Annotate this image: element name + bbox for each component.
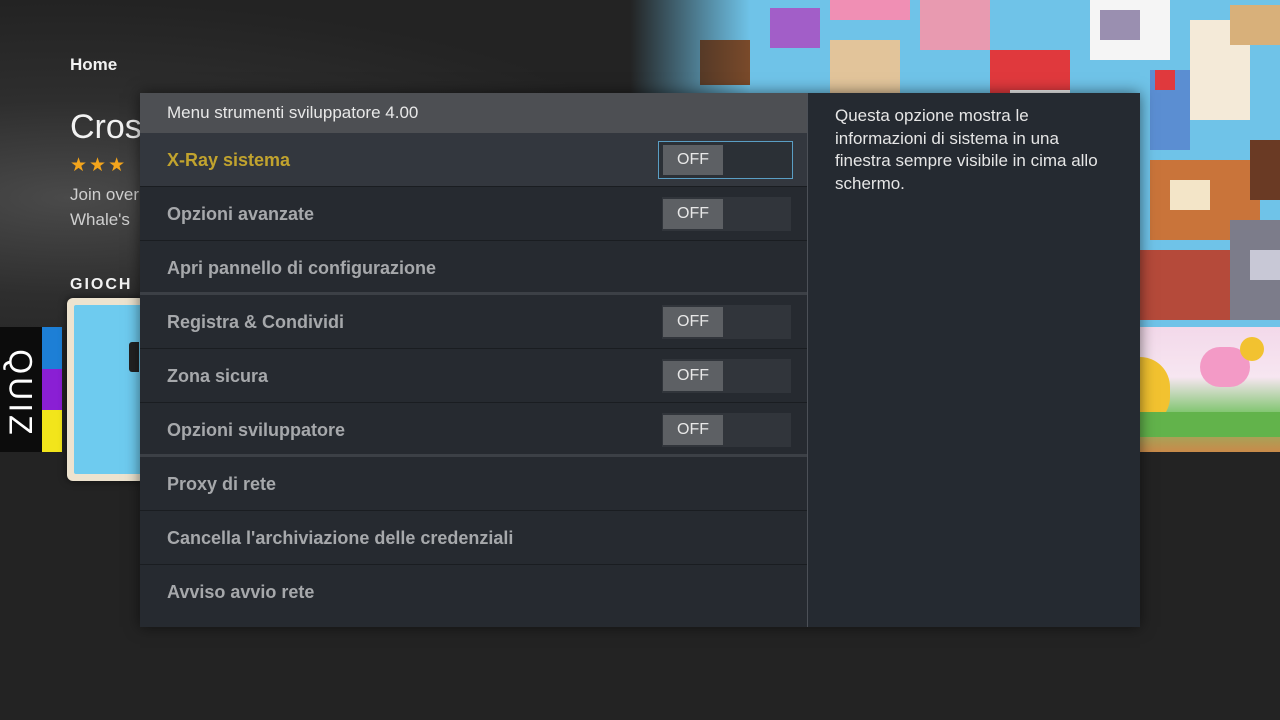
menu-item-label: Registra & Condividi <box>167 312 345 332</box>
menu-item-network-proxy[interactable]: Proxy di rete <box>140 457 807 511</box>
toggle-state: OFF <box>663 145 723 175</box>
toggle-state: OFF <box>663 307 723 337</box>
toggle-state: OFF <box>663 361 723 391</box>
game-tile-image <box>1140 327 1280 452</box>
toggle-state: OFF <box>663 415 723 445</box>
option-description: Questa opzione mostra le informazioni di… <box>835 106 1098 193</box>
star-rating: ★★★ <box>70 155 128 176</box>
menu-item-label: Proxy di rete <box>167 474 277 494</box>
section-title: GIOCH <box>70 276 133 293</box>
menu-title: Menu strumenti sviluppatore 4.00 <box>140 93 807 133</box>
developer-options-toggle[interactable]: OFF <box>662 413 791 447</box>
quiz-game-tile[interactable]: QUIZ <box>0 327 62 452</box>
quiz-color-bars <box>42 327 62 452</box>
hero-description-line: Join over <box>70 185 139 204</box>
record-share-toggle[interactable]: OFF <box>662 305 791 339</box>
menu-item-label: Cancella l'archiviazione delle credenzia… <box>167 528 514 548</box>
menu-item-clear-credentials[interactable]: Cancella l'archiviazione delle credenzia… <box>140 511 807 565</box>
menu-item-label: Zona sicura <box>167 366 269 386</box>
menu-item-label: Avviso avvio rete <box>167 582 315 602</box>
description-panel: Questa opzione mostra le informazioni di… <box>808 93 1140 627</box>
menu-item-label: Apri pannello di configurazione <box>167 258 437 278</box>
menu-item-label: Opzioni avanzate <box>167 204 315 224</box>
toggle-state: OFF <box>663 199 723 229</box>
advanced-options-toggle[interactable]: OFF <box>662 197 791 231</box>
menu-item-xray-system[interactable]: X-Ray sistema OFF <box>140 133 807 187</box>
menu-item-developer-options[interactable]: Opzioni sviluppatore OFF <box>140 403 807 457</box>
menu-item-record-share[interactable]: Registra & Condividi OFF <box>140 295 807 349</box>
menu-item-safe-zone[interactable]: Zona sicura OFF <box>140 349 807 403</box>
xray-system-toggle[interactable]: OFF <box>658 141 793 179</box>
developer-tools-menu: Menu strumenti sviluppatore 4.00 X-Ray s… <box>140 93 1140 627</box>
quiz-tile-text: QUIZ <box>2 349 39 438</box>
safe-zone-toggle[interactable]: OFF <box>662 359 791 393</box>
nav-home[interactable]: Home <box>70 55 117 75</box>
menu-item-network-boot-warning[interactable]: Avviso avvio rete <box>140 565 807 619</box>
menu-list: Menu strumenti sviluppatore 4.00 X-Ray s… <box>140 93 807 627</box>
menu-item-label: X-Ray sistema <box>167 150 291 170</box>
menu-item-advanced-options[interactable]: Opzioni avanzate OFF <box>140 187 807 241</box>
menu-item-label: Opzioni sviluppatore <box>167 420 346 440</box>
hero-description-line: Whale's <box>70 210 130 229</box>
focused-game-tile[interactable] <box>67 298 145 481</box>
menu-item-open-config-panel[interactable]: Apri pannello di configurazione <box>140 241 807 295</box>
